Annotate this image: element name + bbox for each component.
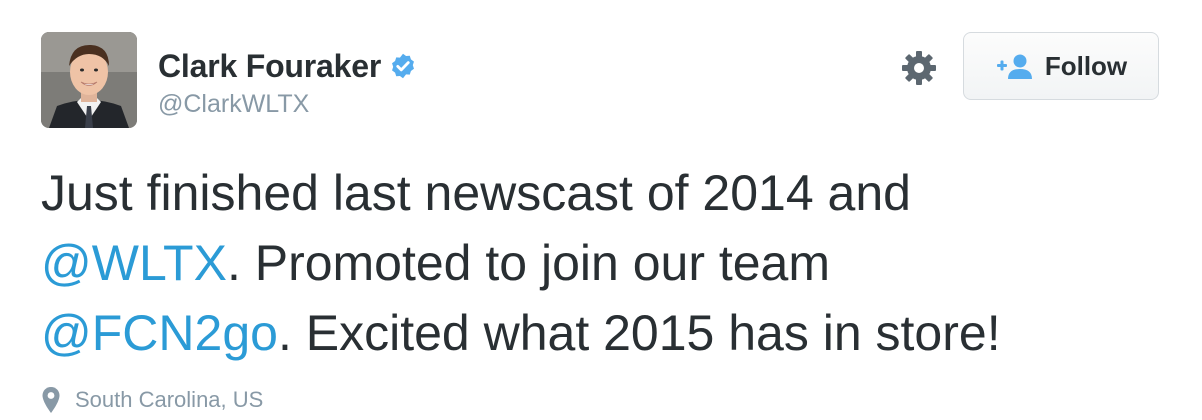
map-pin-icon	[41, 386, 61, 414]
user-handle[interactable]: @ClarkWLTX	[158, 90, 309, 119]
avatar-image	[41, 32, 137, 128]
user-name-row: Clark Fouraker	[158, 46, 417, 86]
tweet-text-line-1: Just finished last newscast of 2014 and	[41, 165, 911, 221]
tweet-location: South Carolina, US	[41, 384, 263, 416]
mention-wltx-link[interactable]: @WLTX	[41, 235, 227, 291]
tweet-text: Just finished last newscast of 2014 and @…	[41, 158, 1181, 368]
gear-icon[interactable]	[899, 48, 939, 88]
tweet-card: Clark Fouraker @ClarkWLTX Follow Just fi…	[0, 0, 1202, 420]
user-display-name[interactable]: Clark Fouraker	[158, 48, 381, 85]
tweet-text-line-2: . Promoted to join our team	[226, 235, 831, 291]
verified-badge-icon	[389, 52, 417, 80]
add-user-icon	[995, 52, 1035, 80]
tweet-text-line-3: . Excited what 2015 has in store!	[277, 305, 1001, 361]
location-label[interactable]: South Carolina, US	[75, 387, 263, 413]
mention-fcn2go-link[interactable]: @FCN2go	[41, 305, 278, 361]
avatar[interactable]	[41, 32, 137, 128]
follow-button[interactable]: Follow	[963, 32, 1159, 100]
follow-label: Follow	[1044, 50, 1128, 81]
